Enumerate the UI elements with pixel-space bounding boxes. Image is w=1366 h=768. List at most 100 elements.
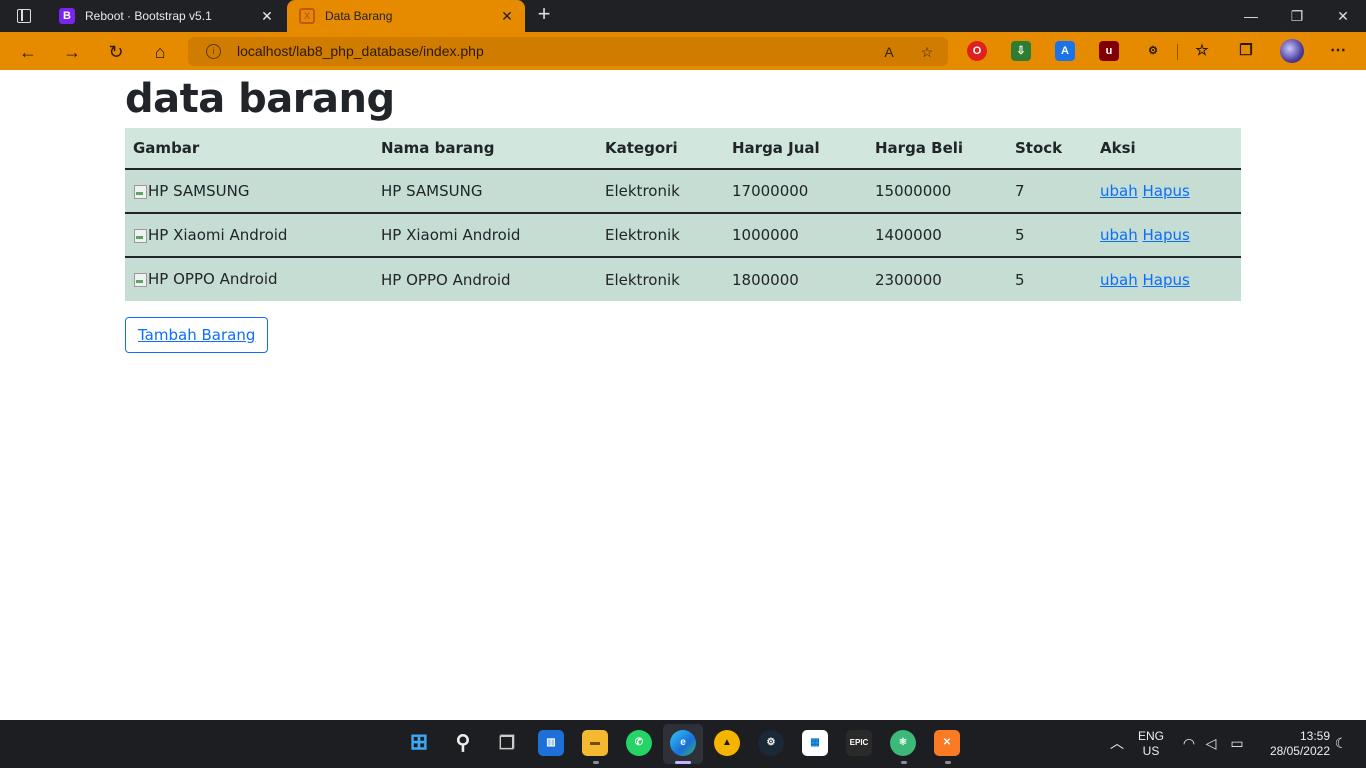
epic-games-icon[interactable]: EPIC — [846, 730, 872, 756]
cell-harga-beli: 15000000 — [867, 169, 1007, 214]
cell-harga-jual: 1000000 — [724, 213, 867, 258]
microsoft-store-icon[interactable]: ▦ — [802, 730, 828, 756]
column-header-harga-jual: Harga Jual — [724, 128, 867, 170]
battery-icon[interactable]: ▭ — [1228, 734, 1246, 752]
steam-icon[interactable]: ⚙ — [758, 730, 784, 756]
cell-stock: 7 — [1007, 169, 1092, 214]
broken-image-icon — [133, 271, 147, 287]
cell-aksi: ubah Hapus — [1092, 169, 1241, 214]
cell-harga-beli: 1400000 — [867, 213, 1007, 258]
extensions-icon[interactable]: ⚙ — [1143, 41, 1163, 61]
new-tab-icon[interactable]: + — [533, 3, 555, 26]
add-favorite-icon[interactable]: ☆ — [917, 42, 937, 62]
edge-browser-icon[interactable]: e — [670, 730, 696, 756]
broken-image-icon — [133, 183, 147, 199]
tab-title: Data Barang — [325, 9, 393, 23]
more-menu-icon[interactable]: ⋯ — [1328, 41, 1348, 61]
running-indicator — [945, 761, 951, 764]
cell-nama-barang: HP SAMSUNG — [373, 169, 597, 214]
show-hidden-icons-chevron-icon[interactable]: ︿ — [1108, 734, 1126, 752]
tambah-barang-button[interactable]: Tambah Barang — [125, 317, 269, 353]
tab-actions-icon[interactable] — [12, 6, 36, 26]
ublock-origin-icon[interactable]: u — [1099, 41, 1119, 61]
image-alt-text: HP Xiaomi Android — [148, 225, 288, 244]
file-explorer-icon[interactable]: ▬ — [582, 730, 608, 756]
xampp-icon[interactable]: ✕ — [934, 730, 960, 756]
notifications-icon[interactable]: ☾ — [1332, 734, 1350, 752]
column-header-harga-beli: Harga Beli — [867, 128, 1007, 170]
search-icon[interactable]: ⚲ — [450, 730, 476, 756]
site-info-icon[interactable]: i — [206, 44, 221, 59]
windows-taskbar: ⊞ ⚲ ❐ ▥ ▬ ✆ e ▲ ⚙ ▦ EPIC ⚛ ✕ ︿ ENG US ◠ … — [0, 720, 1366, 768]
tab-title: Reboot · Bootstrap v5.1 — [85, 9, 212, 23]
close-tab-icon[interactable]: ✕ — [499, 8, 515, 24]
profile-avatar[interactable] — [1280, 39, 1304, 63]
start-menu-icon[interactable]: ⊞ — [406, 730, 432, 756]
column-header-kategori: Kategori — [597, 128, 724, 170]
table-row: HP Xiaomi Android HP Xiaomi Android Elek… — [125, 213, 1241, 258]
close-tab-icon[interactable]: ✕ — [259, 8, 275, 24]
table-row: HP SAMSUNG HP SAMSUNG Elektronik 1700000… — [125, 169, 1241, 214]
cell-harga-jual: 1800000 — [732, 270, 799, 289]
cell-aksi: ubah Hapus — [1092, 213, 1241, 258]
restore-icon[interactable]: ❐ — [1274, 0, 1320, 32]
image-alt-text: HP OPPO Android — [148, 270, 278, 288]
image-alt-text: HP SAMSUNG — [148, 181, 250, 200]
cell-harga-jual: 17000000 — [724, 169, 867, 214]
minimize-icon[interactable]: — — [1228, 0, 1274, 32]
wifi-icon[interactable]: ◠ — [1180, 734, 1198, 752]
hapus-link[interactable]: Hapus — [1143, 182, 1190, 200]
region-code: US — [1142, 744, 1160, 758]
tab-reboot-bootstrap[interactable]: B Reboot · Bootstrap v5.1 ✕ — [47, 0, 285, 32]
ubah-link[interactable]: ubah — [1100, 182, 1138, 200]
hapus-link[interactable]: Hapus — [1143, 226, 1190, 244]
running-indicator — [593, 761, 599, 764]
volume-icon[interactable]: ◁ — [1202, 734, 1220, 752]
toolbar-divider — [1177, 44, 1178, 60]
bootstrap-favicon-icon: B — [59, 8, 75, 24]
cell-stock: 5 — [1015, 270, 1025, 289]
translate-extension-icon[interactable]: A — [1055, 41, 1075, 61]
clock-time: 13:59 — [1299, 729, 1330, 743]
url-text[interactable]: localhost/lab8_php_database/index.php — [237, 43, 484, 59]
column-header-stock: Stock — [1007, 128, 1092, 170]
table-header-row: Gambar Nama barang Kategori Harga Jual H… — [125, 128, 1241, 170]
whatsapp-icon[interactable]: ✆ — [626, 730, 652, 756]
broken-image-icon — [133, 227, 147, 243]
hapus-link[interactable]: Hapus — [1143, 271, 1190, 289]
browser-tab-bar: B Reboot · Bootstrap v5.1 ✕ X Data Baran… — [0, 0, 1366, 32]
tab-data-barang[interactable]: X Data Barang ✕ — [287, 0, 525, 32]
content-container: data barang Gambar Nama barang Kategori … — [125, 70, 1241, 353]
running-indicator — [675, 761, 691, 764]
language-indicator[interactable]: ENG US — [1136, 729, 1166, 759]
favorites-icon[interactable]: ☆ — [1192, 41, 1212, 61]
cell-gambar: HP Xiaomi Android — [125, 213, 373, 258]
read-aloud-icon[interactable]: A — [879, 42, 899, 62]
cell-nama-barang: HP Xiaomi Android — [373, 213, 597, 258]
back-icon[interactable]: ← — [17, 41, 39, 63]
refresh-icon[interactable]: ↻ — [105, 41, 127, 63]
home-icon[interactable]: ⌂ — [149, 41, 171, 63]
data-table: Gambar Nama barang Kategori Harga Jual H… — [125, 128, 1241, 301]
arc-app-icon[interactable]: ▲ — [714, 730, 740, 756]
column-header-aksi: Aksi — [1092, 128, 1241, 170]
forward-icon[interactable]: → — [61, 41, 83, 63]
ubah-link[interactable]: ubah — [1100, 271, 1138, 289]
download-extension-icon[interactable]: ⇩ — [1011, 41, 1031, 61]
ubah-link[interactable]: ubah — [1100, 226, 1138, 244]
address-bar[interactable]: i localhost/lab8_php_database/index.php … — [188, 37, 948, 66]
column-header-nama-barang: Nama barang — [373, 128, 597, 170]
cell-kategori: Elektronik — [605, 270, 680, 289]
close-window-icon[interactable]: ✕ — [1320, 0, 1366, 32]
task-view-icon[interactable]: ❐ — [494, 730, 520, 756]
cell-kategori: Elektronik — [597, 169, 724, 214]
clock[interactable]: 13:59 28/05/2022 — [1254, 729, 1330, 759]
xampp-favicon-icon: X — [299, 8, 315, 24]
atom-app-icon[interactable]: ⚛ — [890, 730, 916, 756]
page-title: data barang — [125, 76, 395, 122]
cell-kategori: Elektronik — [597, 213, 724, 258]
widgets-icon[interactable]: ▥ — [538, 730, 564, 756]
cell-gambar: HP SAMSUNG — [125, 169, 373, 214]
collections-icon[interactable]: ❐ — [1236, 41, 1256, 61]
opera-extension-icon[interactable]: O — [967, 41, 987, 61]
